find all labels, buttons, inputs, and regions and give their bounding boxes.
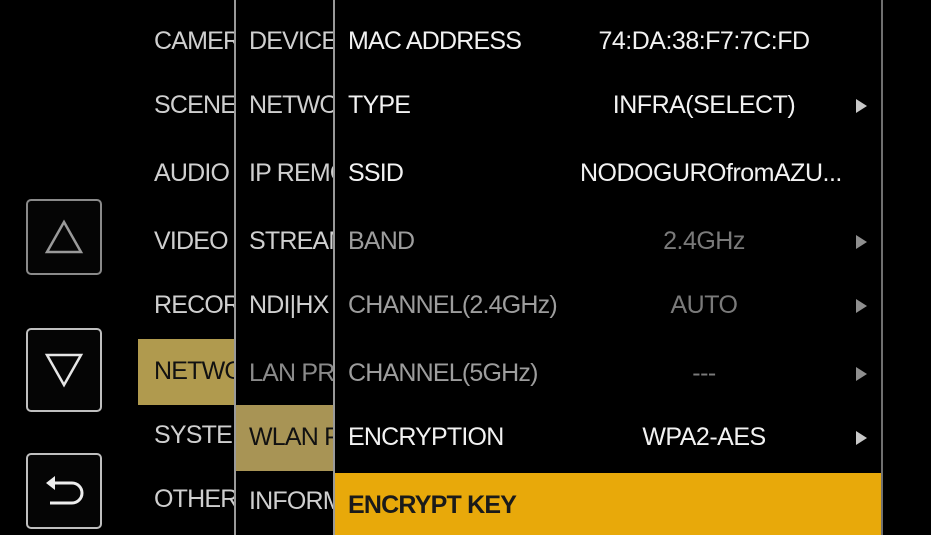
chevron-right-icon (856, 367, 867, 381)
submenu-item-wlan-property[interactable]: WLAN PROPERTY (236, 405, 334, 471)
setting-value: AUTO (670, 291, 739, 319)
submenu-item-ndi-hx[interactable]: NDI|HX (236, 275, 334, 335)
setting-value: WPA2-AES (642, 423, 766, 451)
setting-label: CHANNEL(2.4GHz) (348, 291, 558, 319)
setting-label: ENCRYPTION (348, 423, 504, 451)
setting-label: SSID (348, 159, 404, 187)
scroll-up-button[interactable] (26, 199, 102, 275)
setting-row-band[interactable]: BAND 2.4GHz (335, 211, 881, 271)
network-submenu-column: DEVICE NETWORK IP REMOTE STREAMING NDI|H… (236, 0, 334, 535)
setting-value: --- (692, 359, 716, 387)
chevron-right-icon (856, 431, 867, 445)
back-button[interactable] (26, 453, 102, 529)
setting-row-channel-5ghz[interactable]: CHANNEL(5GHz) --- (335, 343, 881, 403)
setting-value: NODOGUROfromAZU... (580, 159, 842, 187)
return-arrow-icon (46, 476, 84, 505)
submenu-item-ip-remote[interactable]: IP REMOTE (236, 143, 334, 203)
submenu-item-lan-property[interactable]: LAN PROPERTY (236, 343, 334, 403)
menu-item-scene[interactable]: SCENE (138, 75, 234, 135)
setting-value: 2.4GHz (663, 227, 745, 255)
wlan-settings-panel: MAC ADDRESS 74:DA:38:F7:7C:FD TYPE INFRA… (335, 0, 881, 535)
chevron-right-icon (856, 235, 867, 249)
setting-row-channel-24ghz[interactable]: CHANNEL(2.4GHz) AUTO (335, 275, 881, 335)
setting-row-mac-address: MAC ADDRESS 74:DA:38:F7:7C:FD (335, 11, 881, 71)
chevron-right-icon (856, 299, 867, 313)
scroll-down-button[interactable] (26, 328, 102, 412)
setting-label: TYPE (348, 91, 411, 119)
setting-label: ENCRYPT KEY (348, 491, 517, 519)
submenu-item-device[interactable]: DEVICE (236, 11, 334, 71)
setting-value: 74:DA:38:F7:7C:FD (598, 27, 810, 55)
setting-row-type[interactable]: TYPE INFRA(SELECT) (335, 75, 881, 135)
setting-label: MAC ADDRESS (348, 27, 522, 55)
top-menu-column: CAMERA SCENE AUDIO VIDEO OUT RECORDING N… (138, 0, 234, 535)
menu-item-system[interactable]: SYSTEM (138, 405, 234, 465)
setting-value: INFRA(SELECT) (612, 91, 796, 119)
triangle-down-icon (44, 353, 84, 388)
menu-item-others[interactable]: OTHERS (138, 469, 234, 529)
setting-row-encryption[interactable]: ENCRYPTION WPA2-AES (335, 407, 881, 467)
setting-row-ssid[interactable]: SSID NODOGUROfromAZU... (335, 143, 881, 203)
chevron-right-icon (856, 99, 867, 113)
menu-item-video-out[interactable]: VIDEO OUT (138, 211, 234, 271)
submenu-item-information[interactable]: INFORMATION (236, 471, 334, 531)
setting-row-encrypt-key[interactable]: ENCRYPT KEY (335, 473, 881, 535)
camera-menu-screen: CAMERA SCENE AUDIO VIDEO OUT RECORDING N… (0, 0, 931, 535)
menu-item-audio[interactable]: AUDIO (138, 143, 234, 203)
triangle-up-icon (44, 219, 84, 254)
setting-label: BAND (348, 227, 415, 255)
menu-item-network[interactable]: NETWORK (138, 339, 234, 405)
right-margin (883, 0, 931, 535)
submenu-item-network[interactable]: NETWORK (236, 75, 334, 135)
menu-item-camera[interactable]: CAMERA (138, 11, 234, 71)
submenu-item-streaming[interactable]: STREAMING (236, 211, 334, 271)
setting-label: CHANNEL(5GHz) (348, 359, 538, 387)
menu-item-recording[interactable]: RECORDING (138, 275, 234, 335)
